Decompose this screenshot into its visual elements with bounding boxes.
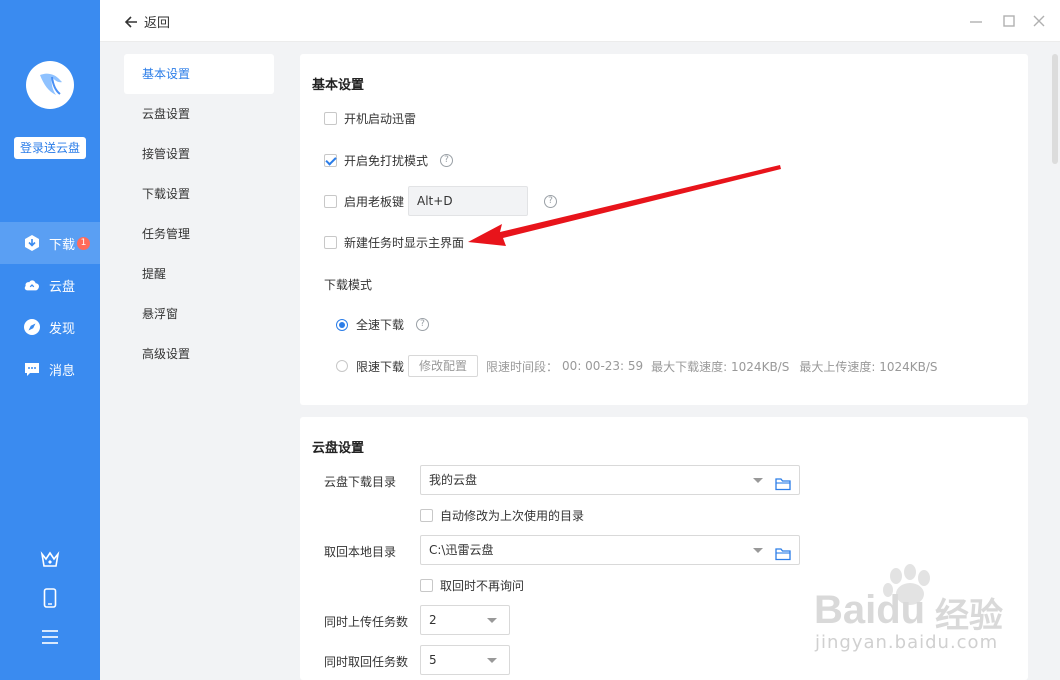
login-button[interactable]: 登录送云盘 — [14, 137, 86, 159]
top-bar: 返回 — [100, 0, 1060, 42]
max-upload-speed: 最大上传速度: 1024KB/S — [799, 359, 938, 374]
compass-icon — [23, 318, 41, 336]
nav-discover-label: 发现 — [49, 321, 76, 337]
download-icon — [23, 234, 41, 252]
help-icon[interactable]: ? — [440, 154, 454, 167]
minimize-icon[interactable] — [968, 13, 984, 29]
bosskey-checkbox[interactable] — [324, 194, 337, 208]
nav-messages[interactable]: 消息 — [0, 348, 100, 390]
local-dir-select[interactable]: C:\迅雷云盘 — [420, 535, 800, 565]
limit-time-label: 限速时间段： — [486, 359, 559, 374]
full-speed-option[interactable]: 全速下载 ? — [336, 316, 430, 333]
scrollbar[interactable] — [1050, 42, 1060, 680]
show-main-label: 新建任务时显示主界面 — [344, 236, 465, 250]
phone-icon[interactable] — [38, 586, 62, 610]
chevron-down-icon — [487, 658, 497, 663]
full-speed-label: 全速下载 — [356, 318, 405, 332]
help-icon[interactable]: ? — [544, 194, 558, 208]
download-count-badge: 1 — [77, 236, 91, 250]
fetch-tasks-value: 5 — [429, 653, 437, 667]
settings-nav-cloud[interactable]: 云盘设置 — [124, 94, 274, 134]
crown-icon[interactable] — [38, 547, 62, 571]
dnd-option[interactable]: 开启免打扰模式 ? — [324, 152, 454, 169]
folder-icon[interactable] — [775, 543, 791, 571]
limited-speed-option[interactable]: 限速下载 修改配置 限速时间段： 00: 00-23: 59 最大下载速度: 1… — [336, 355, 938, 377]
arrow-left-icon — [124, 15, 137, 28]
limited-speed-label: 限速下载 — [356, 359, 405, 374]
nav-messages-label: 消息 — [49, 363, 76, 379]
dnd-label: 开启免打扰模式 — [344, 154, 429, 168]
message-icon — [23, 360, 41, 378]
settings-nav-tasks[interactable]: 任务管理 — [124, 214, 274, 254]
show-main-checkbox[interactable] — [324, 236, 337, 249]
back-button[interactable]: 返回 — [124, 12, 170, 31]
back-label: 返回 — [144, 16, 171, 31]
no-ask-label: 取回时不再询问 — [440, 579, 525, 593]
chevron-down-icon — [753, 478, 763, 483]
settings-nav-reminder[interactable]: 提醒 — [124, 254, 274, 294]
modify-config-button[interactable]: 修改配置 — [408, 355, 479, 377]
bosskey-hotkey-field[interactable]: Alt+D — [408, 186, 529, 216]
upload-tasks-value: 2 — [429, 613, 437, 627]
auto-modify-option[interactable]: 自动修改为上次使用的目录 — [420, 507, 584, 524]
watermark-brand: Baidu — [814, 588, 926, 632]
limited-speed-radio[interactable] — [336, 360, 348, 372]
nav-download-label: 下载 — [49, 237, 76, 253]
dnd-checkbox[interactable] — [324, 154, 337, 167]
maximize-icon[interactable] — [1001, 13, 1017, 29]
autostart-checkbox[interactable] — [324, 112, 337, 125]
menu-icon[interactable] — [38, 625, 62, 649]
bird-logo-icon — [40, 73, 62, 95]
fetch-tasks-select[interactable]: 5 — [420, 645, 510, 675]
upload-tasks-label: 同时上传任务数 — [324, 615, 409, 629]
fetch-tasks-label: 同时取回任务数 — [324, 655, 409, 669]
bosskey-label: 启用老板键 — [344, 194, 405, 209]
settings-nav-basic[interactable]: 基本设置 — [124, 54, 274, 94]
auto-modify-checkbox[interactable] — [420, 509, 433, 522]
bosskey-option[interactable]: 启用老板键 Alt+D ? — [324, 186, 558, 216]
settings-nav-takeover[interactable]: 接管设置 — [124, 134, 274, 174]
local-dir-label: 取回本地目录 — [324, 545, 397, 559]
autostart-label: 开机启动迅雷 — [344, 112, 417, 126]
upload-tasks-select[interactable]: 2 — [420, 605, 510, 635]
auto-modify-label: 自动修改为上次使用的目录 — [440, 509, 585, 523]
show-main-option[interactable]: 新建任务时显示主界面 — [324, 234, 464, 251]
scrollbar-thumb[interactable] — [1052, 54, 1058, 164]
cloud-download-dir-label: 云盘下载目录 — [324, 475, 397, 489]
watermark-url: jingyan.baidu.com — [815, 632, 999, 653]
settings-nav-advanced[interactable]: 高级设置 — [124, 334, 274, 374]
chevron-down-icon — [487, 618, 497, 623]
basic-settings-card: 基本设置 开机启动迅雷 开启免打扰模式 ? 启用老板键 Alt+D ? 新建任务… — [300, 54, 1028, 405]
close-icon[interactable] — [1031, 13, 1047, 29]
help-icon[interactable]: ? — [416, 318, 430, 331]
cloud-icon — [23, 276, 41, 294]
folder-icon[interactable] — [775, 473, 791, 501]
no-ask-option[interactable]: 取回时不再询问 — [420, 577, 524, 594]
nav-cloud-label: 云盘 — [49, 279, 76, 295]
cloud-download-dir-select[interactable]: 我的云盘 — [420, 465, 800, 495]
nav-download[interactable]: 下载 1 — [0, 222, 100, 264]
limit-time-value: 00: 00-23: 59 — [562, 359, 644, 373]
cloud-download-dir-value: 我的云盘 — [429, 473, 478, 487]
download-mode-title: 下载模式 — [324, 278, 373, 292]
local-dir-value: C:\迅雷云盘 — [429, 543, 494, 557]
basic-settings-title: 基本设置 — [312, 78, 365, 93]
settings-nav: 基本设置 云盘设置 接管设置 下载设置 任务管理 提醒 悬浮窗 高级设置 — [100, 42, 287, 680]
cloud-settings-title: 云盘设置 — [312, 441, 365, 456]
settings-nav-download[interactable]: 下载设置 — [124, 174, 274, 214]
autostart-option[interactable]: 开机启动迅雷 — [324, 110, 416, 127]
nav-cloud[interactable]: 云盘 — [0, 264, 100, 306]
max-download-speed: 最大下载速度: 1024KB/S — [651, 359, 790, 374]
no-ask-checkbox[interactable] — [420, 579, 433, 592]
settings-nav-float[interactable]: 悬浮窗 — [124, 294, 274, 334]
avatar[interactable] — [26, 61, 74, 109]
app-sidebar: 登录送云盘 下载 1 云盘 发现 消息 — [0, 0, 100, 680]
full-speed-radio[interactable] — [336, 318, 348, 331]
chevron-down-icon — [753, 548, 763, 553]
watermark-cn: 经验 — [935, 597, 1003, 635]
nav-discover[interactable]: 发现 — [0, 306, 100, 348]
